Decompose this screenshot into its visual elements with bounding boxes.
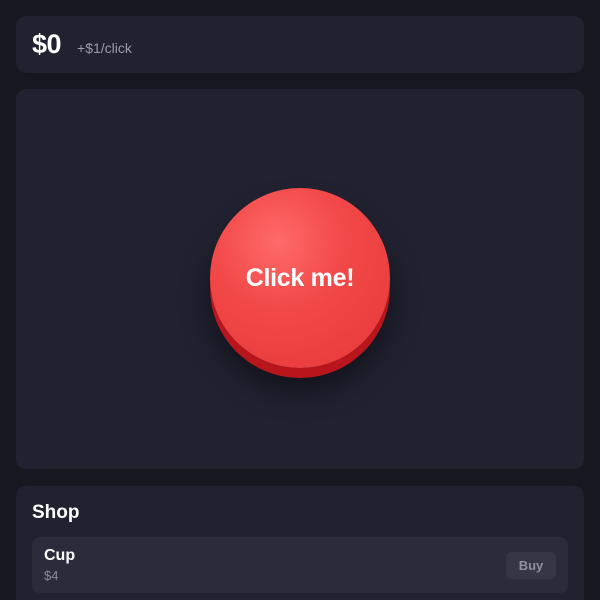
buy-button[interactable]: Buy bbox=[506, 552, 556, 579]
shop-item-price: $4 bbox=[44, 568, 59, 583]
money-counter: $0 bbox=[32, 29, 62, 59]
click-area: Click me! bbox=[16, 89, 584, 469]
shop-panel: Shop Cup $4 Buy bbox=[16, 486, 584, 600]
shop-title: Shop bbox=[32, 502, 80, 523]
stats-bar: $0 +$1/click bbox=[16, 16, 584, 73]
clicker-game: $0 +$1/click Click me! Shop Cup $4 Buy bbox=[0, 0, 600, 600]
click-rate: +$1/click bbox=[77, 39, 132, 56]
click-me-button[interactable]: Click me! bbox=[210, 188, 390, 368]
shop-item-name: Cup bbox=[44, 547, 76, 564]
shop-item-cup: Cup $4 Buy bbox=[32, 537, 568, 593]
click-me-label: Click me! bbox=[245, 263, 355, 292]
